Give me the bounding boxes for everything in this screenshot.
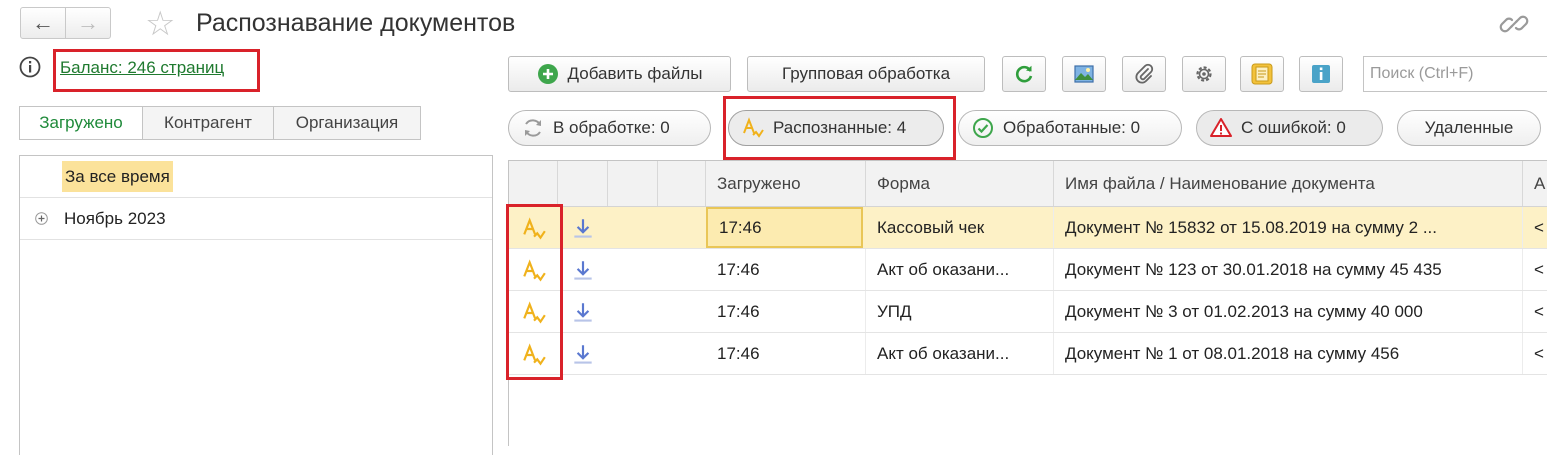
filter-label: Удаленные — [1424, 118, 1514, 137]
plus-circle-icon — [537, 64, 558, 84]
column-header-loaded[interactable]: Загружено — [706, 161, 866, 206]
cell-loaded[interactable]: 17:46 — [706, 333, 866, 374]
image-button[interactable] — [1062, 56, 1106, 92]
add-files-button[interactable]: Добавить файлы — [508, 56, 731, 92]
settings-button[interactable] — [1182, 56, 1226, 92]
filter-processed[interactable]: Обработанные: 0 — [958, 110, 1182, 146]
period-label: Ноябрь 2023 — [64, 209, 166, 228]
info-square-icon — [1312, 65, 1330, 83]
cell-loaded[interactable]: 17:46 — [706, 207, 863, 248]
download-icon[interactable] — [570, 216, 596, 242]
balance-link[interactable]: Баланс: 246 страниц — [60, 58, 224, 78]
cell-file-name[interactable]: Документ № 15832 от 15.08.2019 на сумму … — [1054, 207, 1523, 248]
cell-loaded[interactable]: 17:46 — [706, 291, 866, 332]
gear-icon — [1196, 66, 1212, 82]
cell-loaded[interactable]: 17:46 — [706, 249, 866, 290]
column-header[interactable] — [558, 161, 608, 206]
cell-extra[interactable]: < — [1523, 291, 1547, 332]
filter-in-processing[interactable]: В обработке: 0 — [508, 110, 711, 146]
cell-extra[interactable]: < — [1523, 207, 1547, 248]
column-header[interactable] — [509, 161, 558, 206]
add-files-label: Добавить файлы — [567, 64, 703, 83]
table-row[interactable]: 17:46 УПД Документ № 3 от 01.02.2013 на … — [509, 291, 1547, 333]
table-header: Загружено Форма Имя файла / Наименование… — [509, 161, 1547, 207]
recognized-icons-highlight-frame — [506, 204, 563, 380]
cell-file-name[interactable]: Документ № 123 от 30.01.2018 на сумму 45… — [1054, 249, 1523, 290]
filter-label: Обработанные: 0 — [1003, 118, 1141, 137]
period-row-november[interactable]: Ноябрь 2023 — [20, 198, 492, 240]
refresh-button[interactable] — [1002, 56, 1046, 92]
scan-button[interactable] — [1240, 56, 1284, 92]
download-icon[interactable] — [570, 342, 596, 368]
table-row[interactable]: 17:46 Акт об оказани... Документ № 123 о… — [509, 249, 1547, 291]
download-icon[interactable] — [570, 300, 596, 326]
refresh-icon — [1015, 65, 1033, 83]
image-icon — [1074, 65, 1094, 83]
check-circle-icon — [973, 118, 993, 138]
column-header-extra[interactable]: А — [1523, 161, 1547, 206]
column-header-form[interactable]: Форма — [866, 161, 1054, 206]
refresh-icon — [525, 119, 541, 137]
page-title: Распознавание документов — [196, 9, 516, 37]
download-icon[interactable] — [570, 258, 596, 284]
warning-icon — [1210, 118, 1232, 137]
table-row[interactable]: 17:46 Акт об оказани... Документ № 1 от … — [509, 333, 1547, 375]
scan-document-icon — [1251, 63, 1273, 85]
cell-form[interactable]: Акт об оказани... — [866, 333, 1054, 374]
cell-form[interactable]: Кассовый чек — [866, 207, 1054, 248]
link-icon[interactable] — [1499, 10, 1529, 38]
documents-table: Загружено Форма Имя файла / Наименование… — [508, 160, 1547, 446]
column-header-file-name[interactable]: Имя файла / Наименование документа — [1054, 161, 1523, 206]
group-processing-label: Групповая обработка — [781, 64, 951, 83]
search-input[interactable]: Поиск (Ctrl+F) — [1363, 56, 1547, 92]
cell-file-name[interactable]: Документ № 1 от 08.01.2018 на сумму 456 — [1054, 333, 1523, 374]
paperclip-icon — [1135, 63, 1154, 84]
cell-form[interactable]: УПД — [866, 291, 1054, 332]
tab-loaded[interactable]: Загружено — [19, 106, 143, 140]
arrow-right-icon: → — [77, 10, 99, 35]
cell-extra[interactable]: < — [1523, 249, 1547, 290]
recognized-highlight-frame — [723, 96, 956, 160]
tab-counterparty[interactable]: Контрагент — [142, 106, 274, 140]
column-header[interactable] — [658, 161, 706, 206]
cell-form[interactable]: Акт об оказани... — [866, 249, 1054, 290]
forward-button[interactable]: → — [65, 7, 111, 39]
info-icon[interactable] — [19, 56, 41, 78]
back-button[interactable]: ← — [20, 7, 66, 39]
filter-deleted[interactable]: Удаленные — [1397, 110, 1541, 146]
cell-extra[interactable]: < — [1523, 333, 1547, 374]
info-button[interactable] — [1299, 56, 1343, 92]
filter-label: В обработке: 0 — [553, 118, 670, 137]
filter-label: С ошибкой: 0 — [1241, 118, 1346, 137]
tab-organization[interactable]: Организация — [273, 106, 421, 140]
filter-error[interactable]: С ошибкой: 0 — [1196, 110, 1383, 146]
period-tree: За все время Ноябрь 2023 — [19, 155, 493, 455]
period-label: За все время — [62, 161, 173, 192]
attach-button[interactable] — [1122, 56, 1166, 92]
table-row[interactable]: 17:46 Кассовый чек Документ № 15832 от 1… — [509, 207, 1547, 249]
cell-file-name[interactable]: Документ № 3 от 01.02.2013 на сумму 40 0… — [1054, 291, 1523, 332]
group-processing-button[interactable]: Групповая обработка — [747, 56, 985, 92]
arrow-left-icon: ← — [32, 10, 54, 35]
period-row-all-time[interactable]: За все время — [20, 156, 492, 198]
column-header[interactable] — [608, 161, 658, 206]
expand-plus-icon[interactable] — [35, 212, 48, 225]
favorite-star-icon[interactable]: ☆ — [145, 4, 175, 44]
